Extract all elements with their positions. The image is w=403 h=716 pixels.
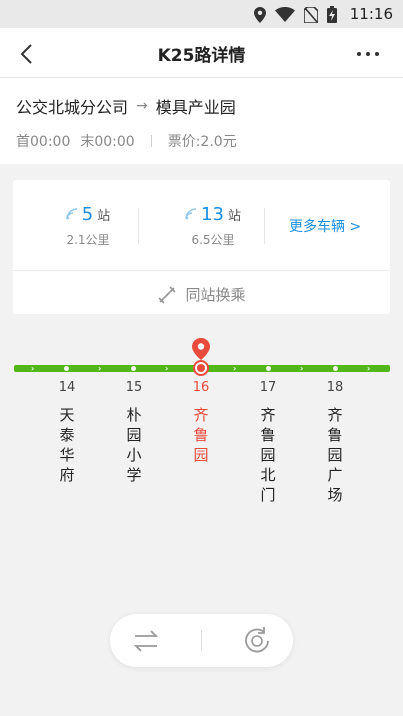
- nav-bar: K25路详情: [0, 28, 403, 78]
- status-icons: [254, 6, 337, 23]
- stop-item[interactable]: 15 朴园小学: [119, 380, 149, 485]
- fare-text: 票价:2.0元: [167, 134, 237, 150]
- bus-1-distance: 2.1公里: [66, 233, 110, 247]
- location-pin-icon: [192, 338, 210, 360]
- last-bus-time: 末00:00: [80, 134, 135, 150]
- transfer-icon: [158, 285, 177, 304]
- status-time: 11:16: [349, 5, 393, 23]
- direction-chevron-icon: ›: [31, 364, 35, 373]
- status-bar: 11:16: [0, 0, 403, 28]
- bus-2-distance: 6.5公里: [191, 233, 235, 247]
- route-info-panel: 公交北城分公司 → 模具产业园 首00:00 末00:00 票价:2.0元: [0, 78, 403, 164]
- battery-charging-icon: [327, 6, 337, 23]
- direction-chevron-icon: ›: [233, 364, 237, 373]
- stop-number: 17: [259, 380, 277, 395]
- transfer-label: 同站换乘: [185, 286, 246, 304]
- transfer-button[interactable]: 同站换乘: [13, 284, 390, 305]
- first-bus-time: 首00:00: [16, 134, 71, 150]
- stop-item[interactable]: 14 天泰华府: [52, 380, 82, 485]
- stop-item-current[interactable]: 16 齐鲁园: [186, 380, 216, 465]
- signal-icon: [66, 208, 77, 220]
- stop-item[interactable]: 18 齐鲁园广场: [320, 380, 350, 505]
- bus-1-stops: 5: [81, 204, 94, 225]
- wifi-icon: [275, 7, 295, 22]
- route-destination: 模具产业园: [155, 98, 236, 117]
- card-divider: [13, 270, 390, 271]
- bus-2-unit: 站: [227, 209, 241, 224]
- direction-chevron-icon: ›: [98, 364, 102, 373]
- bus-2-stops: 13: [201, 204, 224, 225]
- stop-name: 齐鲁园: [193, 406, 209, 464]
- route-map: › › › › › › 14 天泰华府 15 朴园小学 16 齐鲁园 17 齐鲁…: [0, 338, 403, 518]
- bus-1-count: 5 站: [43, 204, 133, 225]
- action-divider: [201, 630, 202, 651]
- stop-name: 齐鲁园广场: [327, 406, 343, 504]
- signal-icon: [185, 208, 197, 220]
- stop-number: 18: [326, 380, 344, 395]
- route-arrow-icon: →: [136, 98, 148, 114]
- stop-name: 朴园小学: [126, 406, 142, 484]
- stop-number: 15: [125, 380, 143, 395]
- route-schedule: 首00:00 末00:00 票价:2.0元: [16, 131, 237, 151]
- stop-number: 16: [192, 380, 210, 395]
- direction-chevron-icon: ›: [165, 364, 169, 373]
- route-origin: 公交北城分公司: [16, 98, 129, 117]
- stop-number: 14: [58, 380, 76, 395]
- direction-chevron-icon: ›: [367, 364, 371, 373]
- bus-item-1[interactable]: 5 站 2.1公里: [43, 204, 133, 248]
- current-stop-marker: [193, 360, 209, 376]
- stop-item[interactable]: 17 齐鲁园北门: [253, 380, 283, 505]
- bus-item-2[interactable]: 13 站 6.5公里: [168, 204, 258, 248]
- stop-dot: [131, 366, 136, 371]
- no-sim-icon: [304, 6, 318, 23]
- more-dots-icon[interactable]: [355, 42, 381, 66]
- stop-dot: [333, 366, 338, 371]
- page-title: K25路详情: [157, 46, 246, 66]
- stop-name: 齐鲁园北门: [260, 406, 276, 504]
- swap-direction-icon[interactable]: [132, 627, 160, 655]
- bus-divider-1: [138, 208, 139, 244]
- stop-dot: [266, 366, 271, 371]
- route-direction: 公交北城分公司 → 模具产业园: [16, 94, 236, 118]
- bus-2-count: 13 站: [168, 204, 258, 225]
- stop-name: 天泰华府: [59, 406, 75, 484]
- refresh-icon[interactable]: [242, 626, 272, 656]
- more-buses-link[interactable]: 更多车辆 >: [289, 216, 361, 236]
- floating-action-bar: [110, 614, 293, 667]
- bus-1-unit: 站: [97, 209, 111, 224]
- meta-divider: [150, 135, 152, 147]
- bus-info-card: 5 站 2.1公里 13 站 6.5公里 更多车辆 > 同站换乘: [13, 180, 390, 314]
- direction-chevron-icon: ›: [300, 364, 304, 373]
- bus-divider-2: [264, 208, 265, 244]
- stop-dot: [64, 366, 69, 371]
- location-icon: [254, 6, 266, 23]
